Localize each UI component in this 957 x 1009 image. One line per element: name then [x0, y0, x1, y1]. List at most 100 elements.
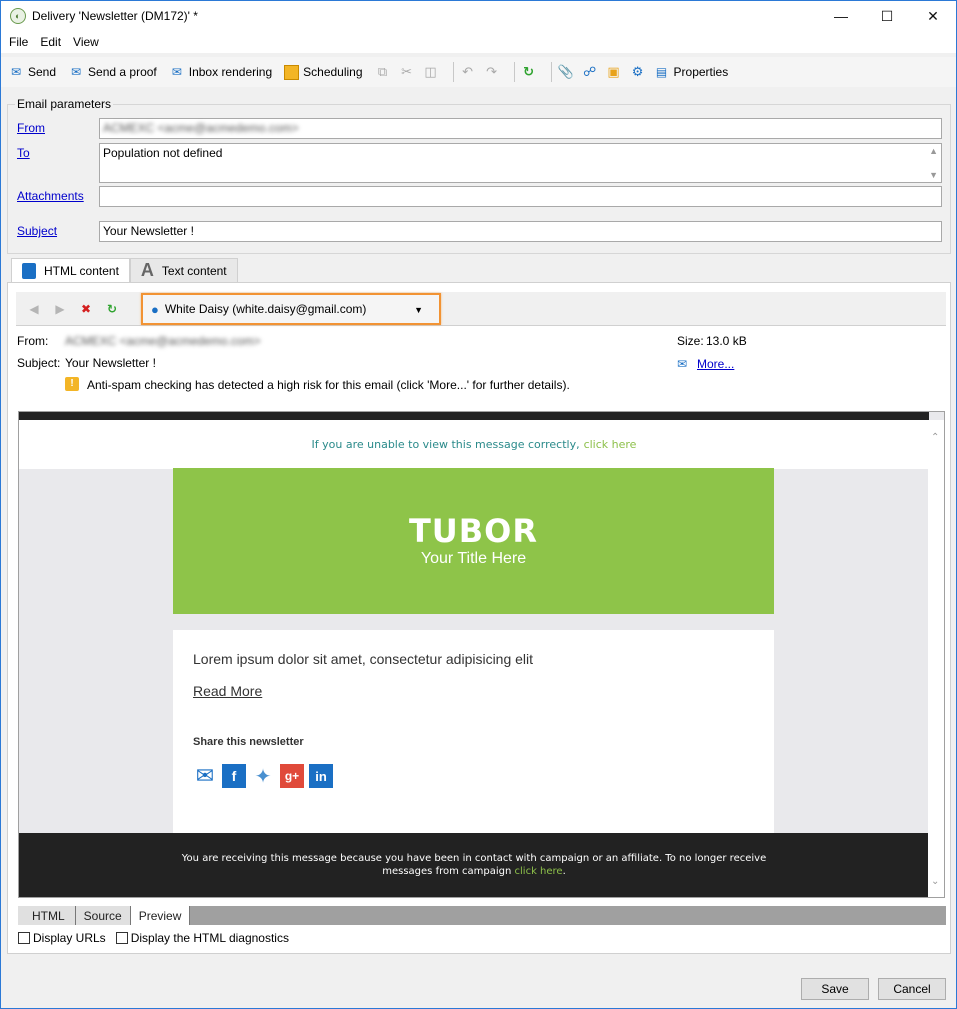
menu-file[interactable]: File	[9, 35, 28, 49]
preview-scrollbar[interactable]: ⌃ ⌄	[928, 420, 944, 897]
link-icon[interactable]: ☍	[582, 64, 598, 80]
tab-text-content[interactable]: A Text content	[129, 258, 238, 282]
menu-bar: File Edit View	[1, 31, 956, 53]
text-content-icon: A	[140, 260, 154, 280]
preview-options: Display URLs Display the HTML diagnostic…	[18, 931, 299, 945]
cancel-button[interactable]: Cancel	[878, 978, 946, 1000]
social-icons: ✉ f ✦ g+ in	[193, 763, 338, 788]
tab-text-label: Text content	[161, 263, 227, 278]
display-diagnostics-option[interactable]: Display the HTML diagnostics	[115, 931, 289, 945]
app-icon: ◐	[10, 8, 26, 24]
close-icon[interactable]: ✕	[910, 1, 956, 31]
send-button[interactable]: ✉ Send	[8, 64, 56, 80]
gift-icon[interactable]: ▣	[606, 64, 622, 80]
attachment-icon[interactable]: 📎	[557, 64, 573, 80]
view-online-line: If you are unable to view this message c…	[19, 420, 929, 469]
display-urls-checkbox[interactable]	[18, 932, 30, 944]
attachments-link[interactable]: Attachments	[17, 189, 84, 203]
recipient-value: White Daisy (white.daisy@gmail.com)	[164, 302, 367, 316]
chevron-down-icon[interactable]: ▼	[414, 305, 423, 315]
send-proof-button[interactable]: ✉ Send a proof	[68, 64, 157, 80]
read-more-link[interactable]: Read More	[193, 683, 262, 699]
refresh-preview-icon[interactable]: ↻	[104, 301, 120, 317]
to-field[interactable]: Population not defined ▲ ▼	[99, 143, 942, 183]
subject-value: Your Newsletter !	[103, 224, 194, 238]
email-lorem: Lorem ipsum dolor sit amet, consectetur …	[193, 651, 534, 667]
redo-icon[interactable]: ↷	[484, 64, 500, 80]
from-link[interactable]: From	[17, 121, 45, 135]
remove-icon[interactable]: ✖	[78, 301, 94, 317]
subject-field[interactable]: Your Newsletter !	[99, 221, 942, 242]
tab-html-label: HTML content	[44, 264, 119, 278]
to-value: Population not defined	[103, 146, 223, 160]
email-share-icon[interactable]: ✉	[193, 763, 217, 788]
title-bar: ◐ Delivery 'Newsletter (DM172)' * — ☐ ✕	[1, 1, 956, 31]
linkedin-icon[interactable]: in	[309, 764, 333, 788]
preview-from-label: From:	[17, 334, 49, 348]
view-mode-tabs: HTML Source Preview	[18, 906, 946, 925]
toolbar-separator	[452, 62, 454, 82]
display-urls-option[interactable]: Display URLs	[18, 931, 106, 945]
footer-unsubscribe-link[interactable]: click here	[515, 866, 563, 877]
more-link[interactable]: More...	[697, 357, 734, 371]
view-online-text: If you are unable to view this message c…	[311, 438, 580, 451]
facebook-icon[interactable]: f	[222, 764, 246, 788]
envelope-icon: ✉	[10, 65, 22, 79]
inbox-check-icon: ✉	[171, 65, 182, 79]
tab-html[interactable]: HTML	[18, 906, 76, 925]
from-field[interactable]: ACMEXC <acme@acmedemo.com>	[99, 118, 942, 139]
to-link[interactable]: To	[17, 146, 30, 160]
attachments-field[interactable]	[99, 186, 942, 207]
tab-preview[interactable]: Preview	[130, 906, 191, 925]
email-preview[interactable]: If you are unable to view this message c…	[18, 411, 945, 898]
send-label: Send	[28, 65, 57, 79]
properties-button[interactable]: ▤ Properties	[654, 64, 728, 80]
email-title: Your Title Here	[420, 550, 527, 567]
calendar-icon	[284, 64, 300, 80]
recipient-selector[interactable]: ● White Daisy (white.daisy@gmail.com) ▼	[141, 293, 441, 325]
window-controls: — ☐ ✕	[818, 1, 956, 31]
previous-icon[interactable]: ◀	[26, 301, 42, 317]
subject-link[interactable]: Subject	[17, 224, 57, 238]
paste-icon[interactable]: ◫	[423, 64, 439, 80]
scheduling-button[interactable]: Scheduling	[284, 64, 363, 80]
maximize-icon[interactable]: ☐	[864, 1, 910, 31]
brand-logo: TUBOR	[408, 512, 539, 550]
preview-subject-label: Subject:	[17, 356, 61, 370]
display-diagnostics-checkbox[interactable]	[115, 932, 128, 944]
next-icon[interactable]: ▶	[52, 301, 68, 317]
inbox-rendering-label: Inbox rendering	[188, 65, 273, 79]
undo-icon[interactable]: ↶	[460, 64, 476, 80]
inbox-rendering-button[interactable]: ✉ Inbox rendering	[169, 64, 272, 80]
refresh-icon[interactable]: ↻	[521, 64, 537, 80]
to-scroll-down-icon[interactable]: ▼	[929, 170, 938, 180]
google-plus-icon[interactable]: g+	[280, 764, 304, 788]
save-button[interactable]: Save	[801, 978, 869, 1000]
footer-text: You are receiving this message because y…	[181, 853, 767, 877]
cut-icon[interactable]: ✂	[399, 64, 415, 80]
personalization-icon[interactable]: ⚙	[630, 64, 646, 80]
email-banner: TUBOR Your Title Here	[173, 468, 774, 614]
tab-html-content[interactable]: HTML content	[11, 258, 130, 283]
tab-source[interactable]: Source	[75, 906, 131, 925]
more-envelope-icon: ✉	[677, 357, 688, 371]
email-top-bar	[19, 412, 929, 420]
copy-icon[interactable]: ⧉	[375, 64, 391, 80]
email-parameters-legend: Email parameters	[15, 97, 114, 111]
menu-edit[interactable]: Edit	[40, 35, 61, 49]
menu-view[interactable]: View	[73, 35, 99, 49]
scroll-up-icon[interactable]: ⌃	[931, 432, 939, 443]
minimize-icon[interactable]: —	[818, 1, 864, 31]
size-label: Size:	[677, 334, 704, 348]
scroll-down-icon[interactable]: ⌄	[931, 876, 939, 887]
twitter-icon[interactable]: ✦	[251, 764, 275, 788]
content-tabs: HTML content A Text content	[11, 258, 238, 283]
preview-subject-value: Your Newsletter !	[65, 356, 156, 370]
html-content-icon	[22, 263, 36, 279]
view-online-link[interactable]: click here	[584, 438, 637, 451]
display-urls-label: Display URLs	[33, 931, 106, 945]
to-scroll-up-icon[interactable]: ▲	[929, 146, 938, 156]
footer-text-wrap: You are receiving this message because y…	[179, 852, 769, 878]
send-proof-label: Send a proof	[88, 65, 157, 79]
display-diagnostics-label: Display the HTML diagnostics	[130, 931, 289, 945]
